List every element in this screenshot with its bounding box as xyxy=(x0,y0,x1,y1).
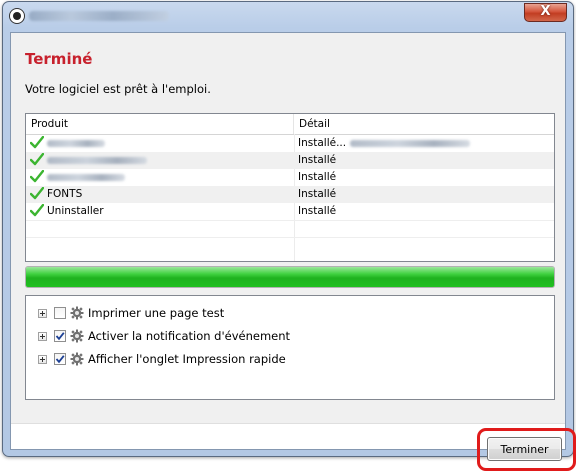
checkmark-icon xyxy=(55,355,65,364)
detail-text: Installé xyxy=(298,171,337,183)
title-bar[interactable]: X xyxy=(3,2,573,32)
footer-separator xyxy=(11,423,565,424)
green-check-icon xyxy=(30,169,44,182)
table-row[interactable]: Installé xyxy=(26,169,554,186)
progress-bar xyxy=(25,266,555,288)
product-list-header: Produit Détail xyxy=(26,114,554,135)
empty-row-line xyxy=(26,220,554,221)
table-row[interactable]: Installé... xyxy=(26,135,554,152)
redacted-product-name xyxy=(47,139,105,147)
installer-window: X Terminé Votre logiciel est prêt à l'em… xyxy=(2,1,576,471)
expand-icon[interactable] xyxy=(38,355,47,364)
detail-text: Installé xyxy=(298,188,337,200)
expand-icon[interactable] xyxy=(38,309,47,318)
option-checkbox[interactable] xyxy=(54,353,66,365)
detail-cell: Installé... xyxy=(298,135,548,152)
app-icon xyxy=(9,8,25,24)
finish-button[interactable]: Terminer xyxy=(487,437,562,461)
expand-icon[interactable] xyxy=(38,332,47,341)
page-title: Terminé xyxy=(25,50,93,68)
detail-text: Installé... xyxy=(298,137,347,149)
option-checkbox[interactable] xyxy=(54,307,66,319)
redacted-product-name xyxy=(47,173,125,181)
detail-text: Installé xyxy=(298,205,337,217)
gear-icon xyxy=(70,352,84,366)
table-row[interactable]: Installé xyxy=(26,152,554,169)
column-header-product[interactable]: Produit xyxy=(26,114,294,134)
detail-cell: Installé xyxy=(298,169,548,186)
table-row[interactable]: Uninstaller Installé xyxy=(26,203,554,220)
product-list[interactable]: Produit Détail Installé... Installé Instal… xyxy=(25,113,555,262)
page-subtitle: Votre logiciel est prêt à l'emploi. xyxy=(25,82,211,96)
table-row[interactable]: FONTS Installé xyxy=(26,186,554,203)
option-checkbox[interactable] xyxy=(54,330,66,342)
option-label[interactable]: Activer la notification d'événement xyxy=(88,327,290,345)
product-cell xyxy=(30,169,292,186)
empty-row-line xyxy=(26,237,554,238)
close-icon: X xyxy=(540,4,551,19)
green-check-icon xyxy=(30,186,44,199)
gear-icon xyxy=(70,306,84,320)
detail-cell: Installé xyxy=(298,152,548,169)
product-name: FONTS xyxy=(47,188,83,200)
product-cell: FONTS xyxy=(30,186,292,203)
column-header-detail[interactable]: Détail xyxy=(294,114,554,134)
checkmark-icon xyxy=(55,332,65,341)
dialog-content: Terminé Votre logiciel est prêt à l'empl… xyxy=(11,33,565,423)
redacted-detail-path xyxy=(350,139,471,147)
product-cell: Uninstaller xyxy=(30,203,292,220)
detail-cell: Installé xyxy=(298,203,548,220)
product-name: Uninstaller xyxy=(47,205,104,217)
close-button[interactable]: X xyxy=(524,3,567,22)
option-label[interactable]: Afficher l'onglet Impression rapide xyxy=(88,350,286,368)
options-tree[interactable]: Imprimer une page test Activer la notific… xyxy=(25,295,555,400)
dialog-client-area: Terminé Votre logiciel est prêt à l'empl… xyxy=(10,32,576,471)
detail-text: Installé xyxy=(298,154,337,166)
option-label[interactable]: Imprimer une page test xyxy=(88,304,224,322)
green-check-icon xyxy=(30,152,44,165)
gear-icon xyxy=(70,329,84,343)
green-check-icon xyxy=(30,135,44,148)
green-check-icon xyxy=(30,203,44,216)
product-cell xyxy=(30,135,292,152)
product-cell xyxy=(30,152,292,169)
window-title-redacted xyxy=(29,11,169,21)
detail-cell: Installé xyxy=(298,186,548,203)
redacted-product-name xyxy=(47,156,147,164)
progress-fill xyxy=(26,267,554,287)
